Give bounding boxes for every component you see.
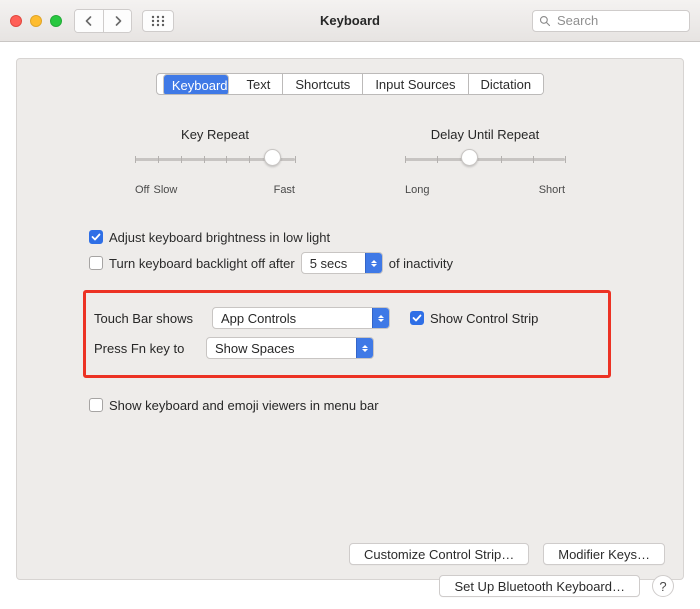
minimize-window-button[interactable] xyxy=(30,15,42,27)
emoji-viewer-checkbox[interactable] xyxy=(89,398,103,412)
grid-icon xyxy=(151,15,165,27)
key-repeat-fast-label: Fast xyxy=(274,184,295,196)
backlight-off-row: Turn keyboard backlight off after 5 secs… xyxy=(89,250,683,276)
touch-bar-highlight: Touch Bar shows App Controls Show Contro… xyxy=(83,290,611,378)
fn-key-row: Press Fn key to Show Spaces xyxy=(94,333,600,363)
backlight-off-label-after: of inactivity xyxy=(389,256,453,271)
tab-bar: Keyboard Text Shortcuts Input Sources Di… xyxy=(156,73,544,95)
tabs-row: Keyboard Text Shortcuts Input Sources Di… xyxy=(17,73,683,95)
show-all-prefs-button[interactable] xyxy=(142,10,174,32)
search-icon xyxy=(539,15,551,27)
close-window-button[interactable] xyxy=(10,15,22,27)
stepper-arrows-icon xyxy=(365,252,382,274)
adjust-brightness-label: Adjust keyboard brightness in low light xyxy=(109,230,330,245)
chevron-right-icon xyxy=(113,16,123,26)
key-repeat-slider-group: Key Repeat Off Slow Fast xyxy=(135,127,295,196)
stepper-arrows-icon xyxy=(356,337,373,359)
delay-slider[interactable] xyxy=(405,152,565,180)
fn-key-select[interactable]: Show Spaces xyxy=(206,337,374,359)
key-repeat-slider[interactable] xyxy=(135,152,295,180)
nav-back-forward xyxy=(74,9,132,33)
zoom-window-button[interactable] xyxy=(50,15,62,27)
check-icon xyxy=(91,232,101,242)
key-repeat-slow-label: Slow xyxy=(153,184,177,196)
search-field-wrap[interactable] xyxy=(532,10,690,32)
touch-bar-select[interactable]: App Controls xyxy=(212,307,390,329)
titlebar: Keyboard xyxy=(0,0,700,42)
key-repeat-label: Key Repeat xyxy=(135,127,295,142)
bluetooth-keyboard-button[interactable]: Set Up Bluetooth Keyboard… xyxy=(439,575,640,597)
sliders-row: Key Repeat Off Slow Fast Delay Until Rep… xyxy=(17,127,683,196)
key-repeat-off-label: Off xyxy=(135,184,149,196)
delay-slider-group: Delay Until Repeat Long Short xyxy=(405,127,565,196)
touch-bar-row: Touch Bar shows App Controls Show Contro… xyxy=(94,303,600,333)
window-controls xyxy=(10,15,62,27)
back-button[interactable] xyxy=(75,10,103,32)
tab-keyboard[interactable]: Keyboard xyxy=(163,74,229,95)
tab-shortcuts[interactable]: Shortcuts xyxy=(283,74,363,94)
emoji-viewer-row: Show keyboard and emoji viewers in menu … xyxy=(89,392,683,418)
delay-short-label: Short xyxy=(539,184,565,196)
delay-label: Delay Until Repeat xyxy=(405,127,565,142)
stepper-arrows-icon xyxy=(372,307,389,329)
customize-control-strip-button[interactable]: Customize Control Strip… xyxy=(349,543,529,565)
search-input[interactable] xyxy=(555,12,683,29)
tab-text[interactable]: Text xyxy=(235,74,284,94)
preferences-panel: Keyboard Text Shortcuts Input Sources Di… xyxy=(16,58,684,580)
emoji-viewer-row-wrap: Show keyboard and emoji viewers in menu … xyxy=(89,392,683,418)
control-strip-label: Show Control Strip xyxy=(430,311,538,326)
adjust-brightness-checkbox[interactable] xyxy=(89,230,103,244)
modifier-keys-button[interactable]: Modifier Keys… xyxy=(543,543,665,565)
footer-row: Set Up Bluetooth Keyboard… ? xyxy=(439,575,674,597)
delay-knob[interactable] xyxy=(461,149,478,166)
backlight-delay-value: 5 secs xyxy=(310,256,365,271)
touch-bar-value: App Controls xyxy=(221,311,372,326)
forward-button[interactable] xyxy=(103,10,131,32)
emoji-viewer-label: Show keyboard and emoji viewers in menu … xyxy=(109,398,379,413)
backlight-off-checkbox[interactable] xyxy=(89,256,103,270)
chevron-left-icon xyxy=(84,16,94,26)
fn-key-value: Show Spaces xyxy=(215,341,356,356)
delay-long-label: Long xyxy=(405,184,429,196)
adjust-brightness-row: Adjust keyboard brightness in low light xyxy=(89,224,683,250)
panel-button-row: Customize Control Strip… Modifier Keys… xyxy=(349,543,665,565)
backlight-off-label-before: Turn keyboard backlight off after xyxy=(109,256,295,271)
check-icon xyxy=(412,313,422,323)
options-block: Adjust keyboard brightness in low light … xyxy=(89,224,683,276)
tab-dictation[interactable]: Dictation xyxy=(469,74,544,94)
control-strip-checkbox[interactable] xyxy=(410,311,424,325)
help-button[interactable]: ? xyxy=(652,575,674,597)
backlight-delay-select[interactable]: 5 secs xyxy=(301,252,383,274)
fn-key-label: Press Fn key to xyxy=(94,341,206,356)
tab-input-sources[interactable]: Input Sources xyxy=(363,74,468,94)
key-repeat-knob[interactable] xyxy=(264,149,281,166)
touch-bar-label: Touch Bar shows xyxy=(94,311,206,326)
